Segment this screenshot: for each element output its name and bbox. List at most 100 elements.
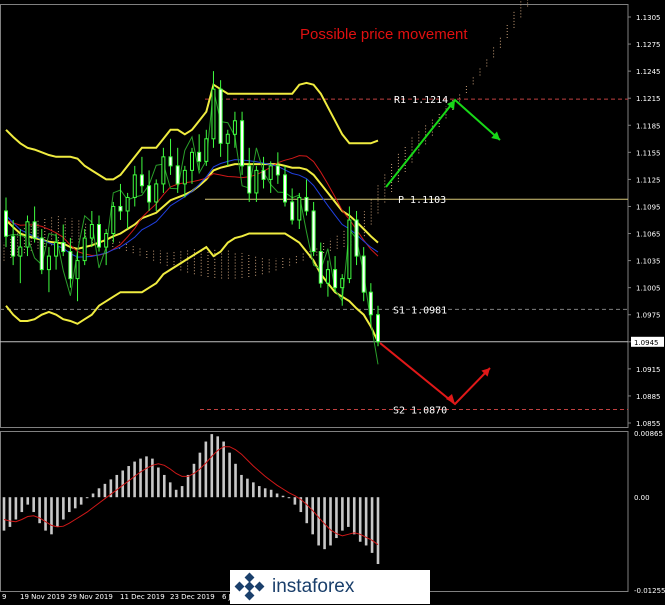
candle-body	[4, 210, 8, 237]
macd-histogram-bar	[293, 497, 297, 505]
macd-histogram-bar	[311, 497, 314, 535]
macd-histogram-bar	[85, 497, 89, 499]
candle-body	[361, 255, 366, 293]
candle-body	[325, 269, 330, 284]
macd-histogram-bar	[162, 474, 166, 498]
candle-body	[283, 174, 287, 203]
candle-body	[161, 156, 166, 185]
candle-body	[39, 237, 44, 271]
candle-body	[354, 219, 359, 257]
candle-body	[147, 185, 152, 203]
macd-histogram-bar	[14, 497, 18, 520]
candle-body	[139, 174, 144, 187]
macd-histogram-bar	[275, 493, 279, 498]
candle-body	[68, 251, 73, 280]
candle-body	[97, 224, 101, 248]
price-tick-label: 1.0855	[636, 420, 661, 428]
candle-body	[190, 151, 194, 171]
candle-body	[340, 278, 345, 289]
candle-body	[25, 221, 30, 248]
pivot-level-label: R1 1.1214	[394, 95, 448, 106]
candle-body	[111, 205, 116, 235]
macd-histogram-bar	[174, 489, 178, 498]
macd-histogram-bar	[180, 486, 184, 498]
macd-histogram-bar	[317, 497, 320, 546]
chart-title: Possible price movement	[300, 26, 468, 43]
macd-histogram-bar	[139, 458, 142, 498]
macd-histogram-bar	[370, 497, 374, 553]
candle-body	[125, 196, 130, 212]
candle-body	[46, 255, 51, 271]
candle-body	[368, 291, 373, 316]
macd-histogram-bar	[234, 463, 237, 498]
candle-body	[232, 120, 237, 135]
macd-histogram-bar	[335, 497, 338, 539]
candle-body	[104, 233, 109, 248]
candle-body	[304, 196, 309, 212]
macd-histogram-bar	[91, 493, 95, 498]
price-tick-label: 1.1035	[636, 258, 661, 266]
candle-body	[182, 169, 187, 185]
macd-tick-label: -0.01255	[634, 587, 665, 595]
macd-histogram-bar	[50, 497, 53, 535]
macd-tick-label: 0.00	[634, 494, 650, 502]
macd-histogram-bar	[198, 452, 202, 498]
candle-body	[297, 196, 302, 221]
candle-body	[61, 242, 66, 253]
candle-body	[268, 165, 273, 180]
macd-histogram-bar	[97, 488, 101, 498]
macd-tick-label: 0.00865	[634, 430, 663, 438]
price-tick-label: 1.1005	[636, 285, 661, 293]
macd-histogram-bar	[210, 434, 214, 498]
price-chart: R1 1.1214 P 1.1103 S1 1.0981 S2 1.0870 1.13…	[0, 0, 665, 605]
macd-histogram-bar	[2, 497, 6, 531]
chart-background	[0, 0, 665, 605]
logo-text: instaforex	[272, 576, 355, 597]
macd-histogram-bar	[252, 482, 255, 498]
candle-body	[82, 237, 87, 262]
price-tick-label: 1.0915	[636, 366, 661, 374]
time-axis-label: 29 Nov 2019	[68, 593, 113, 601]
macd-histogram-bar	[341, 497, 344, 531]
macd-histogram-bar	[56, 497, 59, 527]
macd-histogram-bar	[347, 497, 350, 527]
macd-histogram-bar	[222, 441, 225, 498]
candle-body	[32, 221, 37, 239]
candle-body	[11, 235, 16, 257]
macd-histogram-bar	[121, 470, 125, 498]
time-axis-label: 9	[2, 593, 6, 601]
pivot-level-label: S1 1.0981	[393, 305, 447, 316]
logo-mark-icon	[234, 572, 265, 601]
macd-histogram-bar	[186, 474, 190, 498]
macd-histogram-bar	[216, 436, 220, 498]
candle-body	[347, 219, 352, 280]
macd-histogram-bar	[145, 456, 148, 498]
candle-body	[333, 269, 338, 289]
macd-histogram-bar	[305, 497, 309, 524]
candle-body	[75, 260, 80, 280]
macd-histogram-bar	[281, 495, 285, 498]
macd-histogram-bar	[257, 486, 261, 498]
candle-body	[197, 151, 202, 162]
pivot-level-label: S2 1.0870	[393, 405, 447, 416]
macd-histogram-bar	[8, 497, 12, 527]
candle-body	[132, 174, 137, 198]
macd-histogram-bar	[376, 497, 380, 565]
candle-body	[175, 165, 180, 185]
macd-histogram-bar	[204, 441, 208, 498]
price-tick-label: 1.1125	[636, 176, 661, 184]
candle-body	[225, 133, 230, 144]
candle-body	[275, 165, 280, 176]
macd-histogram-bar	[192, 463, 196, 498]
macd-histogram-bar	[44, 497, 47, 531]
candle-body	[376, 314, 380, 343]
candle-body	[54, 242, 59, 257]
price-tick-label: 1.1065	[636, 231, 661, 239]
macd-histogram-bar	[115, 474, 119, 498]
time-axis-label: 23 Dec 2019	[170, 593, 215, 601]
macd-histogram-bar	[68, 497, 71, 513]
macd-histogram-bar	[38, 497, 41, 524]
candle-body	[211, 88, 216, 140]
price-tick-label: 1.1245	[636, 68, 661, 76]
macd-histogram-bar	[157, 467, 160, 498]
